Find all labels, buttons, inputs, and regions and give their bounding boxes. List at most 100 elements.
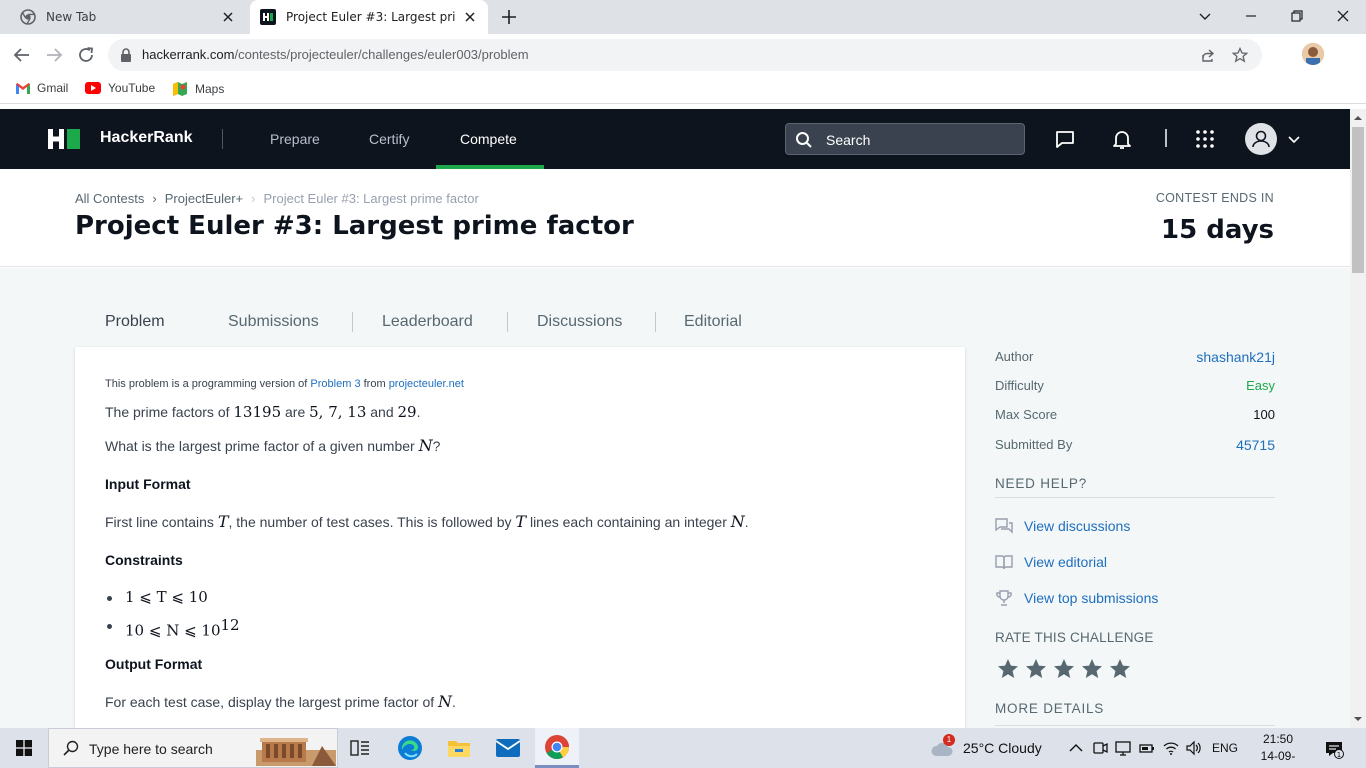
window-close-icon[interactable]: [1335, 8, 1351, 24]
text: .: [416, 404, 421, 420]
wifi-icon[interactable]: [1163, 740, 1179, 756]
scrollbar-thumb[interactable]: [1352, 127, 1364, 273]
reload-icon[interactable]: [76, 45, 96, 65]
meet-now-icon[interactable]: [1092, 740, 1108, 756]
star-icon[interactable]: [1025, 658, 1047, 680]
view-top-submissions-link[interactable]: View top submissions: [995, 588, 1158, 608]
text: are: [285, 404, 306, 420]
nav-link-compete[interactable]: Compete: [460, 109, 517, 169]
apps-grid-icon[interactable]: [1194, 128, 1216, 150]
nav-link-prepare[interactable]: Prepare: [270, 109, 320, 169]
notifications-bell-icon[interactable]: [1111, 128, 1133, 150]
projecteuler-link[interactable]: projecteuler.net: [389, 378, 464, 390]
taskbar-task-view[interactable]: [338, 728, 382, 768]
display-icon[interactable]: [1115, 740, 1131, 756]
address-bar[interactable]: hackerrank.com/contests/projecteuler/cha…: [108, 39, 1262, 71]
text: lines each containing an integer: [529, 514, 727, 530]
intro-text: from: [363, 378, 386, 390]
bookmark-maps[interactable]: Maps: [172, 81, 224, 97]
taskbar-weather[interactable]: 1 25°C Cloudy: [930, 734, 1042, 758]
windows-start-icon[interactable]: [16, 740, 32, 756]
star-icon[interactable]: [1081, 658, 1103, 680]
meta-submitted-by: Submitted By 45715: [995, 437, 1275, 457]
bookmark-star-icon[interactable]: [1232, 47, 1248, 63]
star-icon[interactable]: [1109, 658, 1131, 680]
clock-time: 21:50: [1262, 732, 1294, 746]
bullet: [107, 596, 112, 601]
constraint-1: 1 ⩽ T ⩽ 10: [125, 588, 208, 606]
tab-submissions[interactable]: Submissions: [228, 297, 319, 347]
search-input[interactable]: [826, 130, 1016, 150]
brand-name[interactable]: HackerRank: [100, 129, 193, 147]
search-highlight-illustration-icon[interactable]: [256, 736, 336, 766]
notification-center-icon[interactable]: 1: [1324, 739, 1344, 759]
problem-statement: This problem is a programming version of…: [75, 347, 965, 728]
rating-stars[interactable]: [997, 658, 1137, 680]
hackerrank-favicon-icon: [260, 9, 276, 25]
meta-label: Author: [995, 349, 1034, 364]
forward-arrow-icon[interactable]: [44, 45, 64, 65]
close-icon[interactable]: [220, 9, 236, 25]
breadcrumb-all-contests[interactable]: All Contests: [75, 191, 144, 206]
math-var: N: [418, 436, 433, 455]
browser-tab-new-tab[interactable]: New Tab: [8, 0, 246, 34]
taskbar-file-explorer[interactable]: [437, 728, 481, 768]
scroll-down-arrow-icon[interactable]: [1354, 715, 1362, 723]
bookmark-label: Maps: [195, 82, 225, 96]
back-arrow-icon[interactable]: [12, 45, 32, 65]
tab-leaderboard[interactable]: Leaderboard: [382, 297, 473, 347]
problem-3-link[interactable]: Problem 3: [310, 378, 360, 390]
minimize-icon[interactable]: [1243, 8, 1259, 24]
taskbar-chrome[interactable]: [535, 728, 579, 768]
chrome-icon: [545, 734, 569, 759]
search-box[interactable]: [785, 123, 1025, 155]
view-editorial-link[interactable]: View editorial: [995, 552, 1107, 572]
math-constraint: 1 ⩽ T ⩽ 10: [125, 588, 208, 606]
close-icon[interactable]: [462, 9, 478, 25]
star-icon[interactable]: [1053, 658, 1075, 680]
breadcrumb: All Contests › ProjectEuler+ › Project E…: [75, 191, 479, 206]
chevron-down-icon[interactable]: [1287, 133, 1301, 147]
edge-icon: [398, 736, 422, 760]
messages-icon[interactable]: [1054, 128, 1076, 150]
chrome-profile-avatar[interactable]: [1302, 43, 1324, 65]
bookmark-label: Gmail: [37, 81, 69, 95]
browser-tab-active[interactable]: Project Euler #3: Largest prime fa: [250, 0, 488, 34]
tab-editorial[interactable]: Editorial: [684, 297, 742, 347]
new-tab-plus-icon[interactable]: [500, 8, 518, 26]
view-discussions-link[interactable]: View discussions: [995, 516, 1130, 536]
tab-search-chevron-icon[interactable]: [1197, 8, 1213, 24]
trophy-icon: [996, 590, 1012, 606]
share-icon[interactable]: [1200, 47, 1216, 63]
math-var: N: [730, 512, 745, 531]
speaker-icon[interactable]: [1186, 740, 1202, 756]
lock-icon[interactable]: [120, 48, 132, 62]
hackerrank-logo-icon[interactable]: [48, 128, 80, 150]
breadcrumb-projecteuler[interactable]: ProjectEuler+: [165, 191, 243, 206]
submitted-by-link[interactable]: 45715: [1236, 437, 1275, 453]
tab-divider: [352, 312, 353, 332]
input-language[interactable]: ENG: [1212, 741, 1238, 755]
bookmark-gmail[interactable]: Gmail: [16, 81, 68, 95]
scroll-up-arrow-icon[interactable]: [1354, 114, 1362, 122]
tab-discussions[interactable]: Discussions: [537, 297, 622, 347]
star-icon[interactable]: [997, 658, 1019, 680]
taskbar-edge[interactable]: [388, 728, 432, 768]
nav-separator: [1165, 129, 1167, 147]
author-link[interactable]: shashank21j: [1196, 349, 1275, 365]
user-avatar[interactable]: [1245, 123, 1277, 155]
bookmark-youtube[interactable]: YouTube: [85, 81, 155, 95]
intro-text: This problem is a programming version of: [105, 378, 308, 390]
nav-link-certify[interactable]: Certify: [369, 109, 409, 169]
battery-icon[interactable]: [1139, 740, 1155, 756]
page-scrollbar[interactable]: [1350, 109, 1366, 728]
taskbar-mail[interactable]: [486, 728, 530, 768]
url-text[interactable]: hackerrank.com/contests/projecteuler/cha…: [142, 47, 529, 62]
chevron-right-icon: ›: [251, 191, 256, 206]
math-constraint: 10 ⩽ N ⩽ 10: [125, 621, 221, 640]
taskbar-clock[interactable]: 21:50 14-09-2023: [1248, 731, 1308, 768]
tab-problem[interactable]: Problem: [105, 297, 165, 347]
tab-title: New Tab: [46, 10, 97, 24]
restore-icon[interactable]: [1289, 8, 1305, 24]
chevron-up-icon[interactable]: [1068, 740, 1084, 756]
